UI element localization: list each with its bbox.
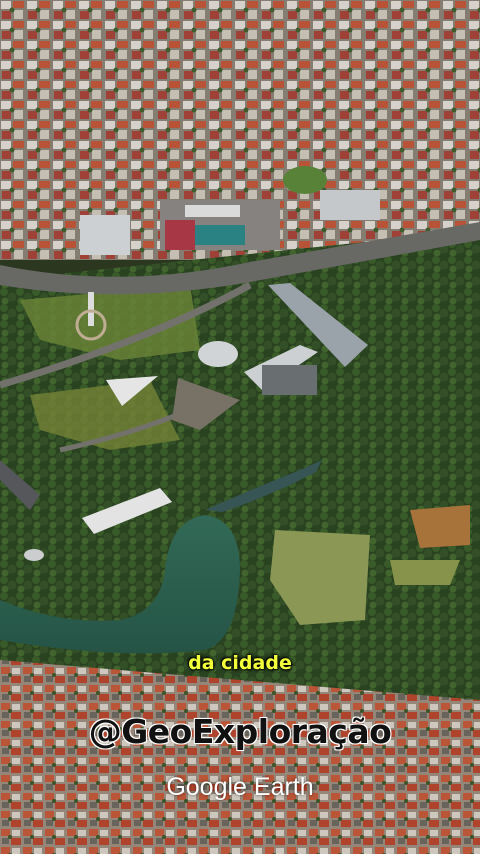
google-earth-attribution: Google Earth xyxy=(166,773,314,801)
channel-handle: @GeoExploração xyxy=(88,712,392,751)
caption-text: da cidade xyxy=(188,652,292,674)
aerial-view: da cidade @GeoExploração Google Earth xyxy=(0,0,480,854)
